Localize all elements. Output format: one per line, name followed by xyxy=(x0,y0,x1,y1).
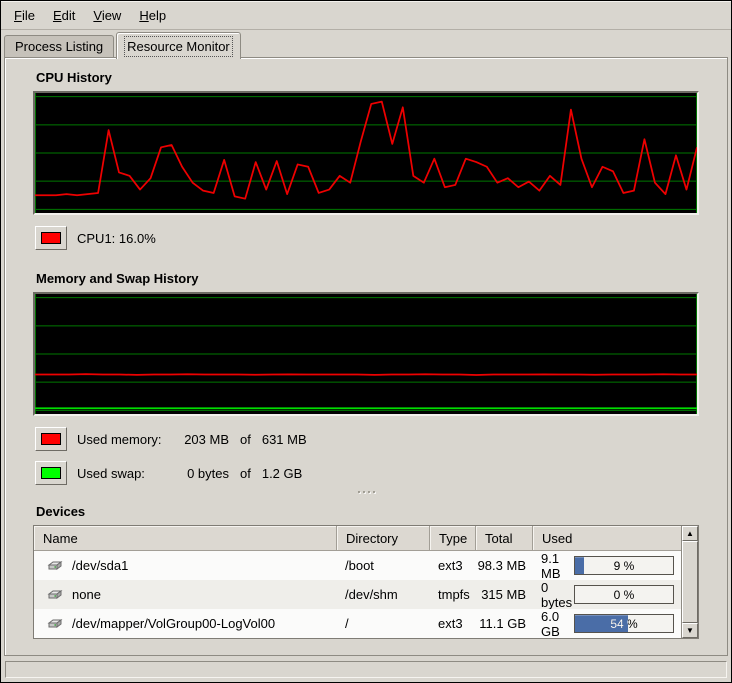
cpu-legend-label: CPU1: 16.0% xyxy=(77,231,156,246)
cell-used: 9.1 MB 9 % 9 % xyxy=(533,551,681,581)
hard-disk-icon xyxy=(47,587,63,603)
progress-label: 9 % xyxy=(575,557,673,574)
scroll-up-button[interactable]: ▲ xyxy=(682,526,698,541)
header-type[interactable]: Type xyxy=(430,526,476,551)
memory-used-value: 203 MB xyxy=(173,432,229,447)
menu-edit-label: dit xyxy=(62,8,76,23)
cell-type: ext3 xyxy=(430,616,476,631)
cell-directory: /boot xyxy=(337,558,430,573)
cell-type: ext3 xyxy=(430,558,476,573)
scroll-up-icon: ▲ xyxy=(686,530,694,538)
cpu-legend: CPU1: 16.0% xyxy=(35,225,727,251)
swap-color-button[interactable] xyxy=(35,461,67,485)
cell-directory: / xyxy=(337,616,430,631)
memory-color-swatch xyxy=(41,433,61,445)
menu-bar: File Edit View Help xyxy=(1,1,731,30)
device-name: /dev/mapper/VolGroup00-LogVol00 xyxy=(72,616,275,631)
menu-file[interactable]: File xyxy=(5,4,44,27)
cpu-color-button[interactable] xyxy=(35,226,67,250)
scroll-down-button[interactable]: ▼ xyxy=(682,623,698,638)
menu-file-accel: F xyxy=(14,8,22,23)
cpu-history-graph xyxy=(33,91,699,215)
cell-total: 11.1 GB xyxy=(476,616,533,631)
devices-title: Devices xyxy=(36,504,727,519)
memory-total-value: 631 MB xyxy=(262,432,307,447)
menu-help-accel: H xyxy=(139,8,148,23)
swap-color-swatch xyxy=(41,467,61,479)
tab-process-listing[interactable]: Process Listing xyxy=(4,35,114,57)
scroll-down-icon: ▼ xyxy=(686,627,694,635)
devices-table: Name Directory Type Total Used / xyxy=(33,525,699,639)
memory-legend-label: Used memory: xyxy=(77,432,173,447)
usage-progress-bar: 9 % 9 % xyxy=(574,556,674,575)
hard-disk-icon xyxy=(47,558,63,574)
memory-color-button[interactable] xyxy=(35,427,67,451)
cpu-color-swatch xyxy=(41,232,61,244)
tab-resource-monitor-label: Resource Monitor xyxy=(127,39,230,54)
usage-progress-bar: 54 % 54 % xyxy=(574,614,674,633)
status-bar xyxy=(5,661,727,678)
used-value: 0 bytes xyxy=(541,580,574,610)
system-monitor-window: File Edit View Help Process Listing Reso… xyxy=(0,0,732,683)
cell-total: 98.3 MB xyxy=(476,558,533,573)
device-name: none xyxy=(72,587,101,602)
cell-type: tmpfs xyxy=(430,587,476,602)
used-value: 9.1 MB xyxy=(541,551,574,581)
hard-disk-icon xyxy=(47,616,63,632)
vertical-scrollbar: ▲ ▼ xyxy=(681,526,698,638)
menu-view-label: iew xyxy=(102,8,122,23)
swap-of-label: of xyxy=(240,466,251,481)
swap-total-value: 1.2 GB xyxy=(262,466,302,481)
cell-name: /dev/sda1 xyxy=(34,558,337,574)
usage-progress-bar: 0 % 0 % xyxy=(574,585,674,604)
device-name: /dev/sda1 xyxy=(72,558,128,573)
header-directory[interactable]: Directory xyxy=(337,526,430,551)
devices-table-header: Name Directory Type Total Used xyxy=(34,526,681,551)
progress-clip: 54 % xyxy=(575,615,628,632)
notebook-tabs: Process Listing Resource Monitor xyxy=(4,31,243,58)
menu-edit-accel: E xyxy=(53,8,62,23)
cell-name: /dev/mapper/VolGroup00-LogVol00 xyxy=(34,616,337,632)
swap-used-value: 0 bytes xyxy=(173,466,229,481)
header-name[interactable]: Name xyxy=(34,526,337,551)
memory-of-label: of xyxy=(240,432,251,447)
cell-name: none xyxy=(34,587,337,603)
table-row-volgroup[interactable]: /dev/mapper/VolGroup00-LogVol00 / ext3 1… xyxy=(34,609,681,638)
progress-label: 0 % xyxy=(575,586,673,603)
pane-resize-handle[interactable] xyxy=(5,488,727,496)
resource-monitor-page: CPU History CPU1: 16.0% Memory and Swap … xyxy=(4,57,728,656)
tab-process-listing-label: Process Listing xyxy=(15,39,103,54)
table-row-dev-sda1[interactable]: /dev/sda1 /boot ext3 98.3 MB 9.1 MB 9 % … xyxy=(34,551,681,580)
progress-label-inverse: 9 % xyxy=(575,557,584,574)
cell-used: 0 bytes 0 % 0 % xyxy=(533,580,681,610)
progress-label-inverse: 54 % xyxy=(575,615,628,632)
scrollbar-thumb[interactable] xyxy=(682,541,698,623)
menu-edit[interactable]: Edit xyxy=(44,4,84,27)
menu-view-accel: V xyxy=(93,8,101,23)
cpu-graph-canvas xyxy=(35,93,697,213)
menu-help-label: elp xyxy=(149,8,166,23)
memory-graph-canvas xyxy=(35,294,697,414)
memory-legend: Used memory: 203 MB of 631 MB xyxy=(35,426,727,452)
swap-legend-label: Used swap: xyxy=(77,466,173,481)
header-used[interactable]: Used xyxy=(533,526,681,551)
header-total[interactable]: Total xyxy=(476,526,533,551)
menu-view[interactable]: View xyxy=(84,4,130,27)
tab-resource-monitor[interactable]: Resource Monitor xyxy=(116,32,241,59)
swap-legend: Used swap: 0 bytes of 1.2 GB xyxy=(35,460,727,486)
table-row-none[interactable]: none /dev/shm tmpfs 315 MB 0 bytes 0 % 0… xyxy=(34,580,681,609)
used-value: 6.0 GB xyxy=(541,609,574,639)
cell-used: 6.0 GB 54 % 54 % xyxy=(533,609,681,639)
menu-help[interactable]: Help xyxy=(130,4,175,27)
menu-file-label: ile xyxy=(22,8,35,23)
progress-clip: 9 % xyxy=(575,557,584,574)
devices-table-main: Name Directory Type Total Used / xyxy=(34,526,681,638)
memory-history-title: Memory and Swap History xyxy=(36,271,727,286)
cpu-history-title: CPU History xyxy=(36,70,727,85)
memory-history-graph xyxy=(33,292,699,416)
cell-total: 315 MB xyxy=(476,587,533,602)
cell-directory: /dev/shm xyxy=(337,587,430,602)
